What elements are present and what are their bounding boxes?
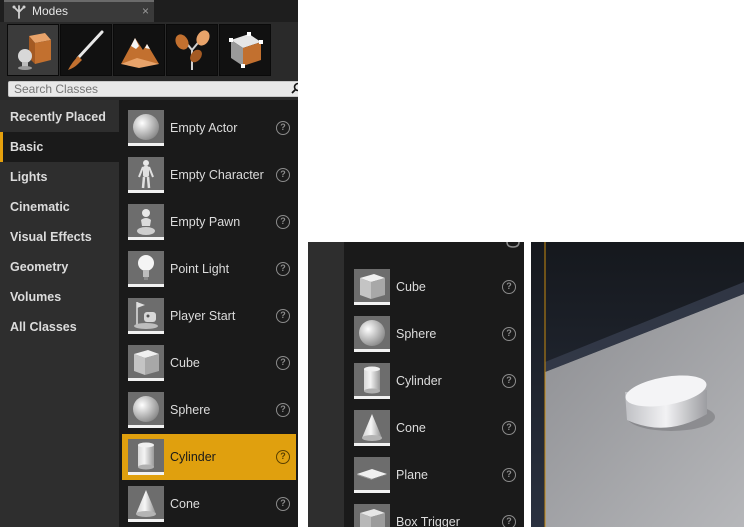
list-item[interactable]: Sphere ? xyxy=(348,311,522,357)
search-input[interactable] xyxy=(8,81,298,97)
item-label: Cone xyxy=(170,497,200,511)
help-icon[interactable]: ? xyxy=(276,215,290,229)
category-visual-effects[interactable]: Visual Effects xyxy=(0,222,119,252)
list-item[interactable]: Box Trigger ? xyxy=(348,499,522,527)
cube-icon xyxy=(128,345,164,381)
help-icon[interactable]: ? xyxy=(502,515,516,527)
landscape-mode-icon xyxy=(121,38,159,68)
list-item[interactable]: Point Light ? xyxy=(122,246,296,292)
help-icon[interactable]: ? xyxy=(502,421,516,435)
cube-icon xyxy=(354,269,390,305)
paint-mode-icon xyxy=(68,30,104,70)
divider xyxy=(524,242,531,527)
cylinder-icon xyxy=(354,363,390,399)
level-viewport[interactable] xyxy=(531,242,744,527)
category-column xyxy=(308,242,344,527)
search-icon[interactable] xyxy=(291,82,298,94)
help-icon[interactable]: ? xyxy=(502,374,516,388)
item-label: Cylinder xyxy=(170,450,216,464)
close-icon[interactable]: × xyxy=(142,4,149,18)
help-icon[interactable]: ? xyxy=(276,121,290,135)
help-icon[interactable]: ? xyxy=(502,468,516,482)
category-all-classes[interactable]: All Classes xyxy=(0,312,119,342)
tab-bar: Modes × xyxy=(0,0,298,22)
help-icon[interactable]: ? xyxy=(276,497,290,511)
landscape-mode-button[interactable] xyxy=(113,24,165,76)
viewport-scene xyxy=(531,242,744,527)
box-trigger-icon xyxy=(354,504,390,527)
category-lights[interactable]: Lights xyxy=(0,162,119,192)
zoomed-class-list: Cube ? Sphere ? Cylinder ? Cone ? Plane … xyxy=(308,242,524,527)
character-icon xyxy=(128,157,164,193)
list-item[interactable]: Cylinder ? xyxy=(122,434,296,480)
class-list: Empty Actor ? Empty Character ? Empty Pa… xyxy=(119,100,298,527)
foliage-mode-button[interactable] xyxy=(166,24,218,76)
category-basic[interactable]: Basic xyxy=(0,132,119,162)
modes-icon xyxy=(12,5,26,19)
help-icon[interactable]: ? xyxy=(276,309,290,323)
paint-mode-button[interactable] xyxy=(60,24,112,76)
item-label: Cube xyxy=(396,280,426,294)
sphere-icon xyxy=(128,392,164,428)
item-label: Sphere xyxy=(396,327,437,341)
category-list: Recently Placed Basic Lights Cinematic V… xyxy=(0,100,119,527)
list-item[interactable]: Cone ? xyxy=(122,481,296,527)
help-icon[interactable]: ? xyxy=(276,356,290,370)
list-item[interactable]: Plane ? xyxy=(348,452,522,498)
modes-panel: Modes × Search Classes Recently Placed B… xyxy=(0,0,298,527)
sphere-icon xyxy=(354,316,390,352)
list-item[interactable]: Cone ? xyxy=(348,405,522,451)
list-item[interactable]: Cube ? xyxy=(348,264,522,310)
category-volumes[interactable]: Volumes xyxy=(0,282,119,312)
pawn-icon xyxy=(128,204,164,240)
help-icon[interactable]: ? xyxy=(502,327,516,341)
item-label: Plane xyxy=(396,468,428,482)
list-item[interactable]: Player Start ? xyxy=(122,293,296,339)
list-item[interactable]: Sphere ? xyxy=(122,387,296,433)
plane-icon xyxy=(354,457,390,493)
list-item[interactable]: Cube ? xyxy=(122,340,296,386)
item-label: Empty Character xyxy=(170,168,264,182)
category-recently-placed[interactable]: Recently Placed xyxy=(0,102,119,132)
item-label: Cube xyxy=(170,356,200,370)
list-item[interactable]: Empty Actor ? xyxy=(122,105,296,151)
light-bulb-icon xyxy=(128,251,164,287)
item-label: Empty Pawn xyxy=(170,215,241,229)
search-bar xyxy=(0,78,298,100)
place-mode-button[interactable] xyxy=(7,24,59,76)
geometry-edit-mode-button[interactable] xyxy=(219,24,271,76)
mode-toolbar xyxy=(0,22,298,78)
place-mode-icon xyxy=(18,33,51,70)
foliage-mode-icon xyxy=(175,30,210,70)
category-geometry[interactable]: Geometry xyxy=(0,252,119,282)
item-label: Box Trigger xyxy=(396,515,460,527)
player-start-icon xyxy=(128,298,164,334)
help-icon[interactable]: ? xyxy=(276,450,290,464)
help-icon xyxy=(506,242,520,248)
modes-tab[interactable]: Modes × xyxy=(4,0,154,22)
item-label: Empty Actor xyxy=(170,121,238,135)
item-label: Player Start xyxy=(170,309,236,323)
tab-label: Modes xyxy=(32,4,69,18)
help-icon[interactable]: ? xyxy=(276,168,290,182)
item-label: Cylinder xyxy=(396,374,442,388)
help-icon[interactable]: ? xyxy=(276,403,290,417)
cone-icon xyxy=(128,486,164,522)
cylinder-icon xyxy=(128,439,164,475)
list-item[interactable]: Cylinder ? xyxy=(348,358,522,404)
item-label: Cone xyxy=(396,421,426,435)
help-icon[interactable]: ? xyxy=(276,262,290,276)
help-icon[interactable]: ? xyxy=(502,280,516,294)
item-label: Sphere xyxy=(170,403,211,417)
cone-icon xyxy=(354,410,390,446)
item-label: Point Light xyxy=(170,262,230,276)
list-item[interactable]: Empty Character ? xyxy=(122,152,296,198)
sphere-icon xyxy=(128,110,164,146)
geometry-edit-mode-icon xyxy=(229,32,263,68)
category-cinematic[interactable]: Cinematic xyxy=(0,192,119,222)
list-item[interactable]: Empty Pawn ? xyxy=(122,199,296,245)
